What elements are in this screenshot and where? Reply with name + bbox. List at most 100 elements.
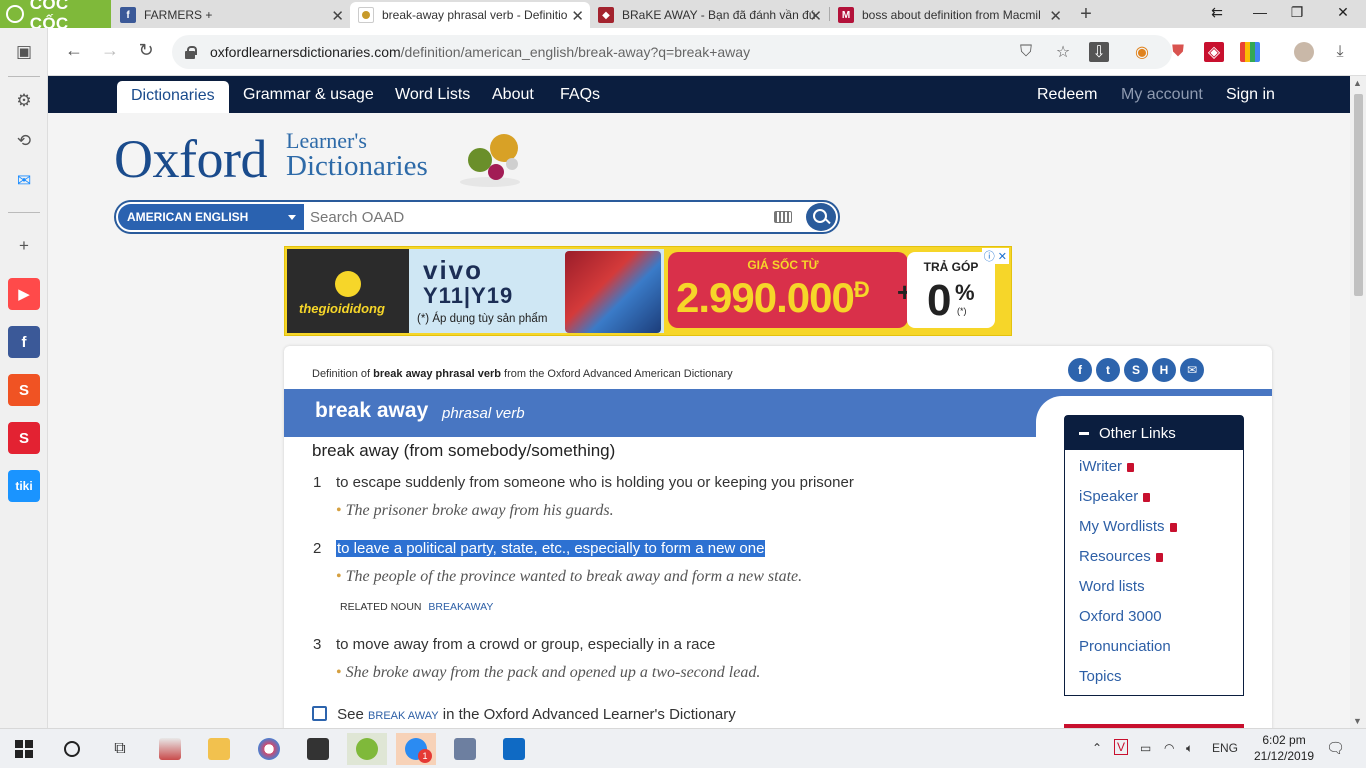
facebook-icon[interactable]: f [8, 326, 40, 358]
nav-redeem[interactable]: Redeem [1037, 86, 1097, 104]
download-page-icon[interactable]: ⇩ [1089, 42, 1109, 62]
extension-grid-icon[interactable] [1240, 42, 1260, 62]
close-icon[interactable]: ✕ [571, 7, 584, 25]
extension-red-icon[interactable]: ◈ [1204, 42, 1224, 62]
tab-break-away-oxford[interactable]: break-away phrasal verb - Definitio ✕ [350, 2, 590, 28]
keyboard-icon[interactable] [774, 211, 792, 223]
share-facebook-icon[interactable]: f [1068, 358, 1092, 382]
back-button[interactable]: ← [62, 40, 86, 61]
tab-boss-about[interactable]: M boss about definition from Macmil ✕ [830, 2, 1068, 28]
minimize-button[interactable]: — [1250, 4, 1270, 20]
windows-taskbar: ⧉ 1 ⌃ V ▭ ◠ 🔈︎ ENG 6:02 pm 21/12/2019 🗨︎ [0, 728, 1366, 768]
other-links-toggle[interactable]: Other Links [1065, 416, 1243, 450]
page-scrollbar[interactable]: ▲ ▼ [1350, 76, 1366, 728]
notification-center-icon[interactable]: 🗨︎ [1326, 739, 1345, 757]
sticky-app-icon[interactable] [298, 733, 338, 765]
see-prefix: See [337, 706, 364, 723]
outlook-icon[interactable] [494, 733, 534, 765]
other-link-iwriter[interactable]: iWriter [1079, 458, 1135, 475]
nav-word-lists[interactable]: Word Lists [395, 86, 470, 104]
file-explorer-icon[interactable] [199, 733, 239, 765]
scrollbar-thumb[interactable] [1354, 94, 1363, 296]
other-link-my-wordlists[interactable]: My Wordlists [1079, 518, 1177, 535]
sidebar-panel-icon[interactable]: ▣ [8, 36, 40, 68]
coccoc-logo[interactable]: CỐC CỐC [0, 0, 111, 33]
search-input[interactable]: Search OAAD [310, 209, 404, 226]
sense-definition: to move away from a crowd or group, espe… [336, 636, 716, 653]
battery-icon[interactable]: ▭ [1140, 741, 1151, 755]
other-links-box: Other Links iWriter iSpeaker My Wordlist… [1064, 415, 1244, 696]
windows-logo-icon [15, 740, 33, 758]
site-top-nav: Dictionaries Grammar & usage Word Lists … [48, 76, 1350, 113]
tab-farmers[interactable]: f FARMERS + ✕ [112, 2, 350, 28]
sense-example: • The prisoner broke away from his guards… [336, 502, 614, 520]
wifi-icon[interactable]: ◠ [1164, 741, 1174, 755]
maximize-button[interactable]: ❐ [1287, 4, 1307, 21]
nav-my-account[interactable]: My account [1121, 86, 1203, 104]
input-language[interactable]: ENG [1212, 741, 1238, 755]
ad-choices-icon[interactable]: ⓘ ✕ [981, 248, 1009, 264]
shield-icon[interactable]: ⛉ [1016, 42, 1036, 62]
tab-search-icon[interactable]: ⇇ [1207, 4, 1227, 21]
downloads-icon[interactable]: ⤓ [1330, 42, 1350, 62]
zalo-taskbar-icon[interactable]: 1 [396, 733, 436, 765]
other-link-word-lists[interactable]: Word lists [1079, 578, 1145, 595]
sendo-icon[interactable]: S [8, 422, 40, 454]
reload-button[interactable]: ↻ [134, 40, 158, 61]
nav-faqs[interactable]: FAQs [560, 86, 600, 104]
cortana-search-icon[interactable] [52, 733, 92, 765]
advertisement-banner[interactable]: thegioididong vivo Y11|Y19 (*) Áp dụng t… [284, 246, 1012, 336]
history-icon[interactable]: ⟲ [8, 125, 40, 157]
nav-sign-in[interactable]: Sign in [1226, 86, 1275, 104]
other-link-pronunciation[interactable]: Pronunciation [1079, 638, 1171, 655]
lock-icon[interactable] [184, 46, 197, 59]
nav-dictionaries[interactable]: Dictionaries [117, 81, 229, 113]
network-tool-icon[interactable] [445, 733, 485, 765]
tiki-icon[interactable]: tiki [8, 470, 40, 502]
see-link[interactable]: BREAK AWAY [368, 710, 439, 722]
add-shortcut-icon[interactable]: + [8, 230, 40, 262]
shopee-icon[interactable]: S [8, 374, 40, 406]
youtube-icon[interactable]: ▶ [8, 278, 40, 310]
other-link-oxford-3000[interactable]: Oxford 3000 [1079, 608, 1162, 625]
other-link-ispeaker[interactable]: iSpeaker [1079, 488, 1151, 505]
tray-app-icon[interactable]: V [1114, 739, 1129, 755]
windows-start-button[interactable] [4, 733, 44, 765]
taskbar-clock[interactable]: 6:02 pm 21/12/2019 [1254, 732, 1314, 764]
paint-icon[interactable] [249, 733, 289, 765]
forward-button[interactable]: → [98, 40, 122, 61]
scroll-down-arrow-icon[interactable]: ▼ [1353, 716, 1362, 726]
volume-icon[interactable]: 🔈︎ [1186, 741, 1193, 756]
tab-brake-away[interactable]: ◆ BRaKE AWAY - Bạn đã đánh vần đú ✕ [590, 2, 828, 28]
extension-chrome-icon[interactable]: ◉ [1132, 42, 1152, 62]
share-stumbleupon-icon[interactable]: S [1124, 358, 1148, 382]
coccoc-taskbar-icon[interactable] [347, 733, 387, 765]
close-icon[interactable]: ✕ [331, 7, 344, 25]
source-prefix: Definition of [312, 368, 371, 380]
search-button[interactable] [806, 203, 836, 231]
share-email-icon[interactable]: ✉ [1180, 358, 1204, 382]
related-link[interactable]: BREAKAWAY [428, 601, 493, 613]
bookmark-star-icon[interactable]: ☆ [1053, 42, 1073, 62]
nav-grammar-usage[interactable]: Grammar & usage [243, 86, 374, 104]
share-twitter-icon[interactable]: t [1096, 358, 1120, 382]
close-icon[interactable]: ✕ [809, 7, 822, 25]
link-label: Resources [1079, 548, 1151, 565]
taskbar-app-store-icon[interactable] [150, 733, 190, 765]
adblock-shield-icon[interactable]: ⛊ [1168, 42, 1188, 62]
other-link-topics[interactable]: Topics [1079, 668, 1122, 685]
nav-about[interactable]: About [492, 86, 534, 104]
tray-expand-icon[interactable]: ⌃ [1092, 741, 1102, 755]
messenger-icon[interactable]: ✉ [8, 165, 40, 197]
other-link-resources[interactable]: Resources [1079, 548, 1163, 565]
settings-gear-icon[interactable]: ⚙ [8, 85, 40, 117]
profile-avatar[interactable] [1294, 42, 1314, 62]
share-hatena-icon[interactable]: H [1152, 358, 1176, 382]
dictionary-select[interactable]: AMERICAN ENGLISH [118, 204, 304, 230]
close-icon[interactable]: ✕ [1049, 7, 1062, 25]
window-close-button[interactable]: ✕ [1333, 4, 1353, 21]
scroll-up-arrow-icon[interactable]: ▲ [1353, 78, 1362, 88]
new-tab-button[interactable]: + [1076, 3, 1096, 26]
chevron-down-icon [288, 215, 296, 220]
task-view-icon[interactable]: ⧉ [100, 733, 140, 765]
